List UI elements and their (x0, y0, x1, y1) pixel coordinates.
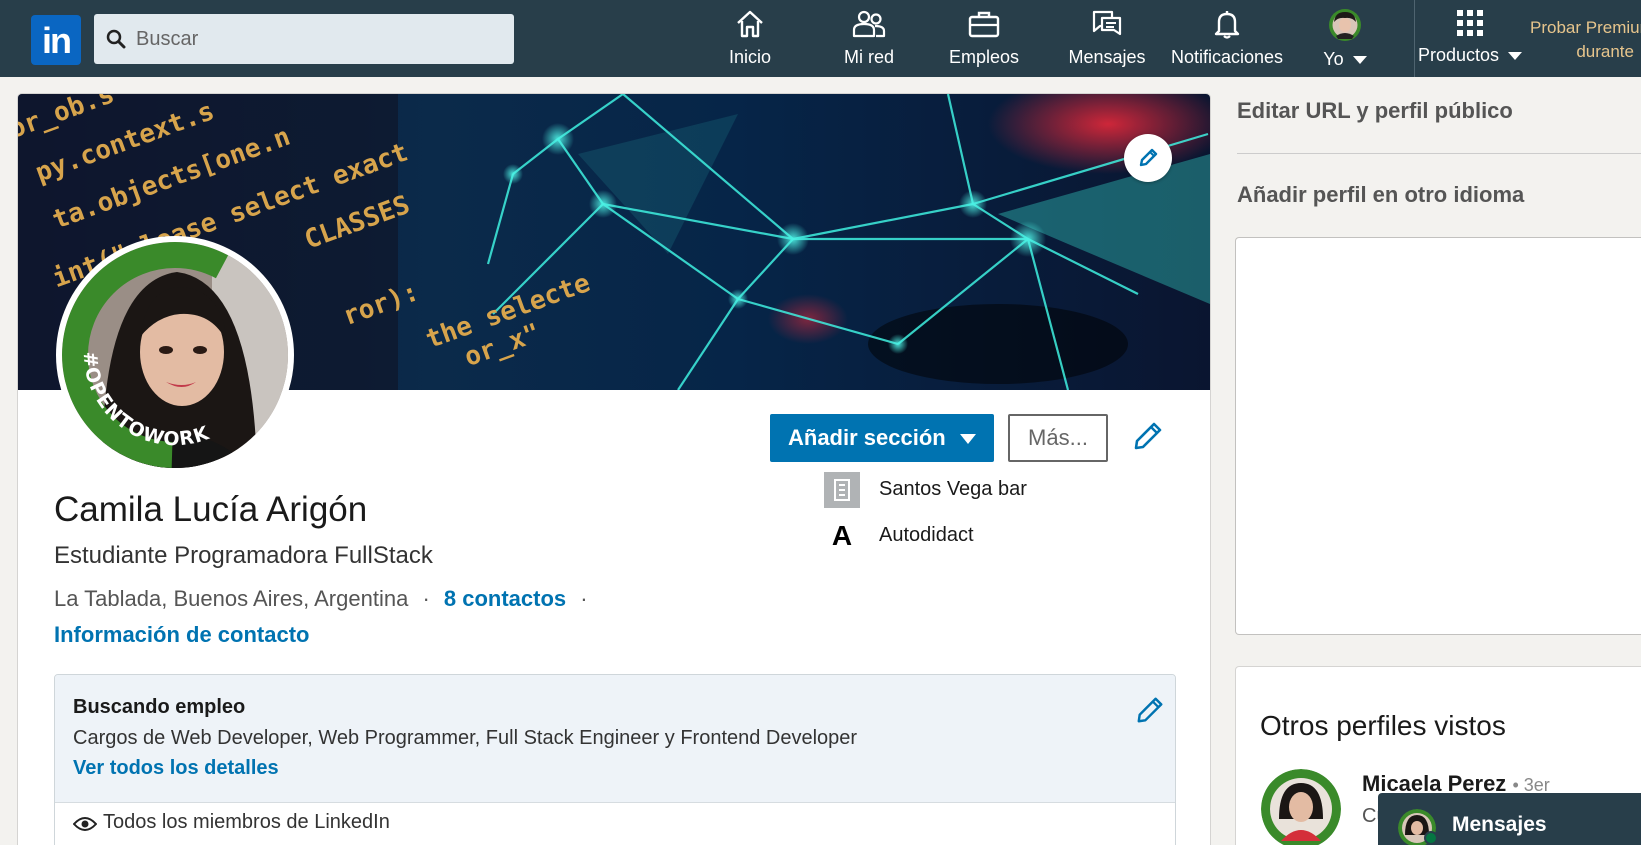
open-to-work-title: Buscando empleo (73, 696, 246, 718)
search-icon (106, 29, 126, 49)
nav-label: Inicio (728, 47, 772, 67)
more-button[interactable]: Más... (1008, 414, 1108, 462)
nav-item-empleos[interactable]: Empleos (944, 8, 1024, 70)
messaging-icon (1092, 10, 1122, 36)
profile-headline: Estudiante Programadora FullStack (54, 542, 433, 569)
online-status-indicator (1424, 831, 1438, 845)
open-to-work-roles: Cargos de Web Developer, Web Programmer,… (73, 727, 858, 749)
nav-label: Notificaciones (1170, 47, 1284, 67)
open-to-work-summary: Buscando empleo Cargos de Web Developer,… (55, 675, 1175, 803)
nav-item-productos[interactable]: Productos (1415, 8, 1525, 70)
nav-label: Productos (1415, 45, 1525, 66)
edit-open-to-work-button[interactable] (1135, 695, 1165, 730)
building-icon (824, 472, 860, 508)
messaging-overlay-bar[interactable]: Mensajes (1378, 793, 1641, 845)
profile-name: Camila Lucía Arigón (54, 490, 368, 529)
network-icon (852, 10, 886, 38)
location-line: La Tablada, Buenos Aires, Argentina · 8 … (54, 586, 588, 612)
profile-photo[interactable]: #OPENTOWORK (56, 236, 294, 474)
org-name: Santos Vega bar (879, 478, 1027, 500)
briefcase-icon (968, 11, 1000, 38)
autodidact-logo: A (831, 520, 853, 551)
visibility-label: Todos los miembros de LinkedIn (103, 811, 390, 833)
chevron-down-icon (960, 434, 976, 444)
pencil-icon (1134, 422, 1162, 450)
linkedin-logo[interactable]: in (31, 15, 81, 65)
search-bar[interactable] (94, 14, 514, 64)
nav-item-mensajes[interactable]: Mensajes (1062, 8, 1152, 70)
premium-line-1: Probar Premium (1530, 18, 1641, 37)
nav-item-mi-red[interactable]: Mi red (829, 8, 909, 70)
separator-dot: · (422, 586, 430, 611)
nav-item-notificaciones[interactable]: Notificaciones (1165, 8, 1289, 70)
profile-card: or_ob.s py.context.s ta.objects[one.n in… (18, 94, 1210, 845)
nav-label: Mensajes (1068, 47, 1146, 67)
search-input[interactable] (136, 14, 506, 64)
messaging-label: Mensajes (1452, 813, 1547, 836)
add-section-button[interactable]: Añadir sección (770, 414, 994, 462)
premium-link[interactable]: Probar Premium durante (1530, 16, 1641, 64)
pencil-icon (1137, 697, 1163, 723)
home-icon (737, 10, 763, 38)
nav-item-yo[interactable]: Yo (1310, 8, 1380, 70)
edit-public-profile-link[interactable]: Editar URL y perfil público (1237, 98, 1513, 124)
eye-icon (73, 817, 97, 831)
edit-intro-button[interactable] (1132, 420, 1164, 457)
nav-yo-label: Yo (1323, 49, 1344, 69)
nav-item-inicio[interactable]: Inicio (720, 8, 780, 70)
connection-degree: • 3er (1512, 775, 1550, 795)
nav-label: Yo (1310, 49, 1380, 70)
chevron-down-icon (1352, 56, 1367, 65)
viewed-profile-avatar[interactable] (1261, 769, 1341, 845)
open-to-work-card: Buscando empleo Cargos de Web Developer,… (54, 674, 1176, 845)
grid-icon (1457, 10, 1483, 36)
profile-location: La Tablada, Buenos Aires, Argentina (54, 586, 409, 611)
premium-line-2: durante (1576, 42, 1634, 61)
separator-dot: · (580, 586, 588, 611)
edit-banner-button[interactable] (1124, 134, 1172, 182)
add-section-label: Añadir sección (788, 425, 946, 450)
nav-label: Empleos (948, 47, 1020, 67)
contact-info-link[interactable]: Información de contacto (54, 622, 309, 648)
chevron-down-icon (1508, 52, 1523, 61)
bell-icon (1214, 11, 1240, 39)
ad-slot (1236, 238, 1641, 634)
avatar (1261, 769, 1341, 845)
org-name: Autodidact (879, 524, 974, 546)
sidebar-divider (1237, 153, 1641, 154)
nav-label: Mi red (843, 47, 894, 67)
pencil-icon (1139, 148, 1158, 167)
people-also-viewed-title: Otros perfiles vistos (1260, 710, 1506, 741)
add-language-profile-link[interactable]: Añadir perfil en otro idioma (1237, 182, 1524, 208)
nav-productos-label: Productos (1417, 45, 1500, 65)
connections-link[interactable]: 8 contactos (444, 586, 566, 611)
profile-photo-image: #OPENTOWORK (62, 242, 288, 468)
me-avatar-icon (1329, 9, 1361, 41)
global-nav: in Inicio Mi red Empleos (0, 0, 1641, 77)
see-all-details-link[interactable]: Ver todos los detalles (73, 757, 279, 780)
